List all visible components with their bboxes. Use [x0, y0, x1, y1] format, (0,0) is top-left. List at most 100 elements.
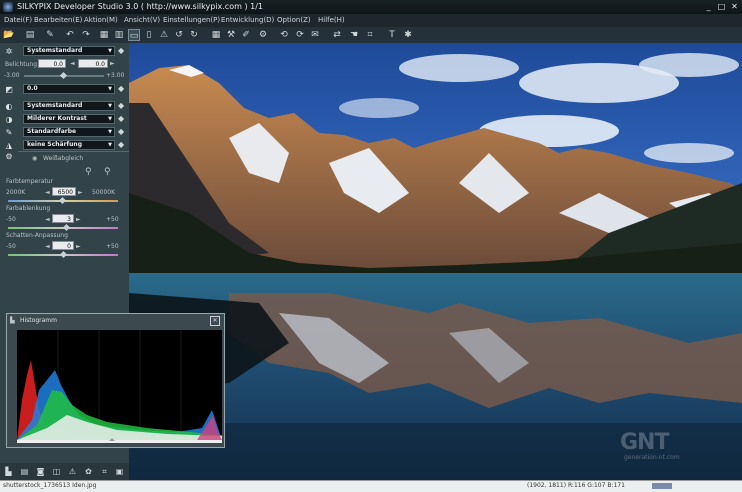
exposure-slider-knob[interactable]: [59, 71, 68, 80]
tools-icon[interactable]: ⚙: [257, 29, 269, 41]
menu-einstellungen[interactable]: Einstellungen(P): [163, 16, 220, 24]
menu-datei[interactable]: Datei(F): [4, 16, 32, 24]
menu-entwicklung[interactable]: Entwicklung(D): [221, 16, 274, 24]
lens-icon[interactable]: ◫: [51, 466, 62, 477]
crop-icon[interactable]: ⌗: [364, 29, 376, 41]
preset-dropdown[interactable]: Systemstandard ▼: [23, 46, 115, 56]
colortint-max: +50: [106, 216, 119, 223]
white-balance-dropdown[interactable]: Systemstandard ▼: [23, 101, 115, 111]
export-icon[interactable]: ▣: [114, 466, 125, 477]
close-icon[interactable]: ✕: [210, 316, 220, 326]
grid-view-icon[interactable]: ▦: [98, 29, 110, 41]
colortemp-input[interactable]: 6500: [52, 187, 76, 196]
single-view-icon[interactable]: ▭: [128, 29, 140, 41]
shadow-slider-knob[interactable]: [59, 250, 68, 259]
exposure-input[interactable]: 0.0: [38, 59, 66, 68]
folder-icon[interactable]: ▤: [24, 29, 36, 41]
rotate-left-icon[interactable]: ↺: [173, 29, 185, 41]
redo-icon[interactable]: ↷: [80, 29, 92, 41]
brush-icon[interactable]: ✐: [240, 29, 252, 41]
develop-icon[interactable]: ⚒: [225, 29, 237, 41]
compare-view-icon[interactable]: ▯: [143, 29, 155, 41]
chevron-down-icon: ▼: [108, 48, 112, 54]
text-icon[interactable]: T: [386, 29, 398, 41]
contrast-dropdown[interactable]: Milderer Kontrast ▼: [23, 114, 115, 124]
list-icon[interactable]: ▤: [19, 466, 30, 477]
warning-icon[interactable]: ⚠: [67, 466, 78, 477]
rotate-ccw-icon[interactable]: ⟲: [278, 29, 290, 41]
add-icon[interactable]: ◆: [118, 101, 124, 110]
shadow-input[interactable]: 0: [52, 241, 74, 250]
menu-option[interactable]: Option(Z): [277, 16, 311, 24]
menu-ansicht[interactable]: Ansicht(V): [124, 16, 160, 24]
color-dropdown[interactable]: Standardfarbe ▼: [23, 127, 115, 137]
shadow-label: Schatten-Anpassung: [6, 232, 68, 239]
palette-icon[interactable]: ✿: [83, 466, 94, 477]
shadow-down-icon[interactable]: ◄: [45, 243, 50, 250]
wb-button[interactable]: Weißabgleich: [43, 155, 83, 162]
sharpness-dropdown[interactable]: keine Schärfung ▼: [23, 140, 115, 150]
gear-icon: ✲: [5, 47, 13, 56]
colortemp-min: 2000K: [6, 189, 26, 196]
colortemp-down-icon[interactable]: ◄: [45, 189, 50, 196]
exposure-input-2[interactable]: 0.0: [78, 59, 108, 68]
exposure-max: +3.00: [106, 72, 125, 79]
tone-dropdown[interactable]: 0.0 ▼: [23, 84, 115, 94]
eyedropper-icon[interactable]: ⚲: [85, 167, 92, 177]
rotate-cw-icon[interactable]: ⟳: [294, 29, 306, 41]
exposure-up-icon[interactable]: ◄: [70, 60, 75, 67]
camera-icon[interactable]: ◙: [35, 466, 46, 477]
grid-icon[interactable]: ▦: [210, 29, 222, 41]
hand-icon[interactable]: ☚: [348, 29, 360, 41]
preset-value: Systemstandard: [27, 47, 83, 54]
chevron-down-icon: ▼: [108, 86, 112, 92]
close-button[interactable]: ✕: [729, 2, 740, 12]
histogram-window[interactable]: ▙ Histogramm ✕: [6, 313, 225, 448]
add-icon[interactable]: ◆: [118, 127, 124, 136]
tone-spacer: [0, 95, 129, 99]
eyedropper-gray-icon[interactable]: ⚲: [104, 167, 111, 177]
watermark-url: generation-nt.com: [624, 454, 680, 461]
undo-icon[interactable]: ↶: [64, 29, 76, 41]
pen-icon[interactable]: ✎: [44, 29, 56, 41]
add-icon[interactable]: ◆: [118, 114, 124, 123]
colortemp-slider-knob[interactable]: [58, 196, 67, 205]
rotate-right-icon[interactable]: ↻: [188, 29, 200, 41]
colortint-input[interactable]: 3: [52, 214, 74, 223]
menu-hilfe[interactable]: Hilfe(H): [318, 16, 345, 24]
wb-radio-icon[interactable]: ◉: [32, 155, 37, 162]
exposure-down-icon[interactable]: ►: [110, 60, 115, 67]
chevron-down-icon: ▼: [108, 116, 112, 122]
menu-bearbeiten[interactable]: Bearbeiten(E): [34, 16, 82, 24]
shadow-min: -50: [6, 243, 16, 250]
add-icon[interactable]: ◆: [118, 46, 124, 55]
settings-icon[interactable]: ✱: [402, 29, 414, 41]
add-icon[interactable]: ◆: [118, 84, 124, 93]
shadow-up-icon[interactable]: ►: [76, 243, 81, 250]
panel-bottom-toolbar: ▙ ▤ ◙ ◫ ⚠ ✿ ⌗ ▣: [0, 463, 129, 480]
settings-tools-icon[interactable]: ⚙: [3, 151, 15, 162]
colortemp-label: Farbtemperatur: [6, 178, 54, 185]
mail-icon[interactable]: ✉: [309, 29, 321, 41]
status-color-swatch: [652, 483, 672, 489]
list-view-icon[interactable]: ▥: [113, 29, 125, 41]
app-logo-icon: [3, 2, 13, 12]
colortint-down-icon[interactable]: ◄: [45, 216, 50, 223]
maximize-button[interactable]: □: [716, 2, 727, 12]
colortint-min: -50: [6, 216, 16, 223]
colortemp-up-icon[interactable]: ►: [78, 189, 83, 196]
warning-icon[interactable]: ⚠: [158, 29, 170, 41]
histogram-icon[interactable]: ▙: [3, 466, 14, 477]
sharpness-value: keine Schärfung: [27, 141, 82, 148]
arrows-icon[interactable]: ⇄: [331, 29, 343, 41]
sharpness-icon: ◮: [5, 141, 13, 150]
crop-icon[interactable]: ⌗: [99, 466, 110, 477]
colortint-slider-knob[interactable]: [62, 223, 71, 232]
menu-aktion[interactable]: Aktion(M): [84, 16, 118, 24]
minimize-button[interactable]: _: [703, 2, 714, 12]
open-folder-icon[interactable]: 📂: [3, 29, 15, 41]
add-icon[interactable]: ◆: [118, 140, 124, 149]
colortemp-max: 50000K: [92, 189, 116, 196]
colortint-up-icon[interactable]: ►: [76, 216, 81, 223]
contrast-value: Milderer Kontrast: [27, 115, 87, 122]
